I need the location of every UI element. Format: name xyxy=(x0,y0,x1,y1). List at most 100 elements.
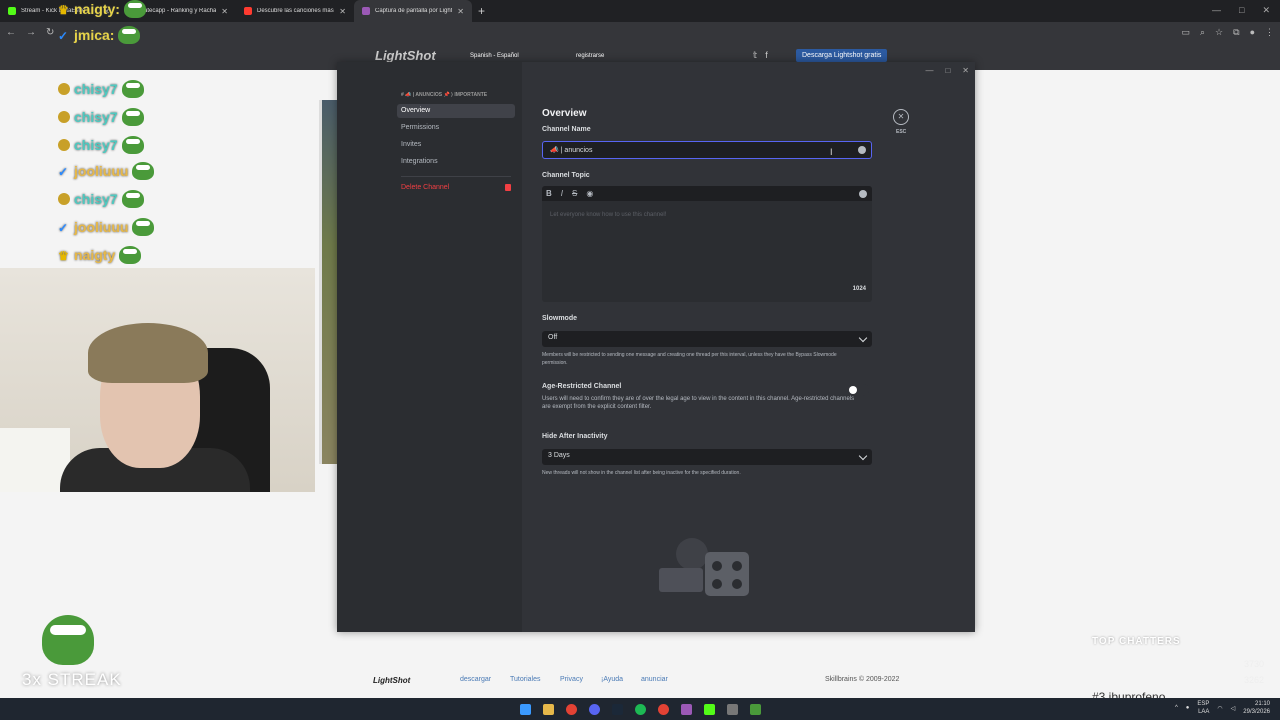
kick-taskbar-icon[interactable] xyxy=(703,703,715,715)
download-button[interactable]: Descarga Lightshot gratis xyxy=(796,49,888,62)
footer-logo[interactable]: LightShot xyxy=(373,676,410,685)
close-icon[interactable]: ✕ xyxy=(457,7,464,16)
close-icon[interactable]: ✕ xyxy=(339,7,346,16)
extensions-icon[interactable]: ⧉ xyxy=(1233,27,1239,38)
emoji-icon[interactable] xyxy=(858,146,866,154)
chat-username: jmica: xyxy=(74,27,115,43)
strikethrough-button[interactable]: S xyxy=(572,189,577,198)
star-icon[interactable]: ☆ xyxy=(1215,27,1223,38)
channel-name-value: 📣 | anuncios xyxy=(550,147,593,154)
volume-icon[interactable]: ◁ xyxy=(1231,705,1236,712)
channel-topic-editor[interactable]: B I S ◉ Let everyone know how to use thi… xyxy=(542,186,872,302)
chevron-up-icon[interactable]: ^ xyxy=(1175,705,1178,711)
browser-icon[interactable] xyxy=(657,703,669,715)
youtube-icon xyxy=(244,7,252,15)
cast-icon[interactable]: ▭ xyxy=(1181,27,1190,38)
twitter-icon[interactable]: 𝕥 xyxy=(753,50,757,61)
footer-link-tutoriales[interactable]: Tutoriales xyxy=(510,676,540,683)
pepe-emote-icon xyxy=(121,108,144,126)
settings-illustration xyxy=(659,538,749,596)
chat-message: ✓ jmica: xyxy=(58,26,141,44)
pepe-emote-icon xyxy=(118,26,141,44)
minimize-icon[interactable]: — xyxy=(925,66,933,75)
back-icon[interactable]: ← xyxy=(6,27,16,38)
pepe-emote-icon xyxy=(121,190,144,208)
maximize-icon[interactable]: □ xyxy=(945,66,950,75)
footer-link-anunciar[interactable]: anunciar xyxy=(641,676,668,683)
channel-header: # 📣 | ANUNCIOS 📌 ⟩ IMPORTANTE xyxy=(401,92,488,98)
emoji-icon[interactable] xyxy=(859,190,867,198)
slowmode-value: Off xyxy=(548,334,558,341)
spoiler-button[interactable]: ◉ xyxy=(586,189,593,198)
game-capture xyxy=(319,100,337,464)
close-window-icon[interactable]: ✕ xyxy=(1262,5,1270,16)
browser-tab[interactable]: Descubre las canciones más es ✕ xyxy=(236,0,354,22)
slowmode-help: Members will be restricted to sending on… xyxy=(542,352,837,366)
profile-icon[interactable]: ● xyxy=(1250,27,1255,38)
chat-username: chisy7 xyxy=(74,137,118,153)
browser-tab-active[interactable]: Captura de pantalla por Lightsh ✕ xyxy=(354,0,472,22)
app-icon[interactable] xyxy=(749,703,761,715)
sidebar-item-permissions[interactable]: Permissions xyxy=(397,121,515,135)
chat-message: ♛ naigty: xyxy=(58,0,146,18)
register-link[interactable]: registrarse xyxy=(576,53,604,59)
streamer-cap xyxy=(88,323,208,383)
delete-channel-button[interactable]: Delete Channel xyxy=(397,180,515,194)
kick-icon xyxy=(8,7,16,15)
language-indicator[interactable]: ESP LAA xyxy=(1197,700,1209,716)
bold-button[interactable]: B xyxy=(546,189,552,198)
chevron-down-icon xyxy=(858,333,868,343)
slowmode-select[interactable]: Off xyxy=(542,331,872,347)
format-toolbar: B I S ◉ xyxy=(542,186,872,201)
maximize-icon[interactable]: □ xyxy=(1239,5,1244,16)
close-icon[interactable]: ✕ xyxy=(962,66,969,75)
spotify-icon[interactable] xyxy=(634,703,646,715)
close-settings-button[interactable]: ✕ xyxy=(893,109,909,125)
steam-icon[interactable] xyxy=(611,703,623,715)
pepe-emote-icon xyxy=(121,80,144,98)
sidebar-item-overview[interactable]: Overview xyxy=(397,104,515,118)
lightshot-logo[interactable]: LightShot xyxy=(375,48,436,63)
close-icon[interactable]: ✕ xyxy=(221,7,228,16)
taskbar: ^ ● ESP LAA ◠ ◁ 21:10 29/3/2026 xyxy=(0,698,1280,720)
top-chatter-score: 3262 xyxy=(1244,675,1265,685)
menu-icon[interactable]: ⋮ xyxy=(1265,27,1274,38)
chrome-icon[interactable] xyxy=(565,703,577,715)
facebook-icon[interactable]: f xyxy=(765,50,768,61)
forward-icon[interactable]: → xyxy=(26,27,36,38)
age-restricted-label: Age-Restricted Channel xyxy=(542,383,622,390)
pepe-emote-icon xyxy=(132,218,155,236)
lightshot-icon xyxy=(362,7,370,15)
hide-inactivity-select[interactable]: 3 Days xyxy=(542,449,872,465)
app-icon[interactable] xyxy=(726,703,738,715)
minimize-icon[interactable]: — xyxy=(1212,5,1221,16)
sidebar-item-invites[interactable]: Invites xyxy=(397,138,515,152)
italic-button[interactable]: I xyxy=(561,189,563,198)
zoom-icon[interactable]: ⌕ xyxy=(1200,27,1205,38)
language-selector[interactable]: Spanish - Español xyxy=(470,53,519,59)
channel-name-input[interactable]: 📣 | anuncios xyxy=(542,141,872,159)
topic-placeholder: Let everyone know how to use this channe… xyxy=(550,212,667,218)
wifi-icon[interactable]: ◠ xyxy=(1217,705,1222,712)
mic-icon[interactable]: ● xyxy=(1186,705,1190,711)
clock[interactable]: 21:10 29/3/2026 xyxy=(1243,700,1270,716)
windows-start-icon[interactable] xyxy=(519,703,531,715)
lightshot-taskbar-icon[interactable] xyxy=(680,703,692,715)
text-cursor-icon: I xyxy=(830,147,833,157)
footer-link-ayuda[interactable]: ¡Ayuda xyxy=(601,676,623,683)
sidebar-divider xyxy=(401,176,511,177)
crown-badge-icon: ♛ xyxy=(58,3,69,17)
new-tab-button[interactable]: + xyxy=(478,4,485,18)
coin-badge-icon xyxy=(58,83,70,95)
discord-icon[interactable] xyxy=(588,703,600,715)
streak-text: 3x STREAK xyxy=(22,670,122,689)
chat-username: naigty: xyxy=(74,1,120,17)
delete-channel-label: Delete Channel xyxy=(401,183,450,191)
reload-icon[interactable]: ↻ xyxy=(46,27,54,38)
top-chatter-score: 3730 xyxy=(1244,659,1265,669)
sidebar-item-integrations[interactable]: Integrations xyxy=(397,155,515,169)
footer-link-descargar[interactable]: descargar xyxy=(460,676,491,683)
chat-message: chisy7 xyxy=(58,136,144,154)
file-explorer-icon[interactable] xyxy=(542,703,554,715)
footer-link-privacy[interactable]: Privacy xyxy=(560,676,583,683)
